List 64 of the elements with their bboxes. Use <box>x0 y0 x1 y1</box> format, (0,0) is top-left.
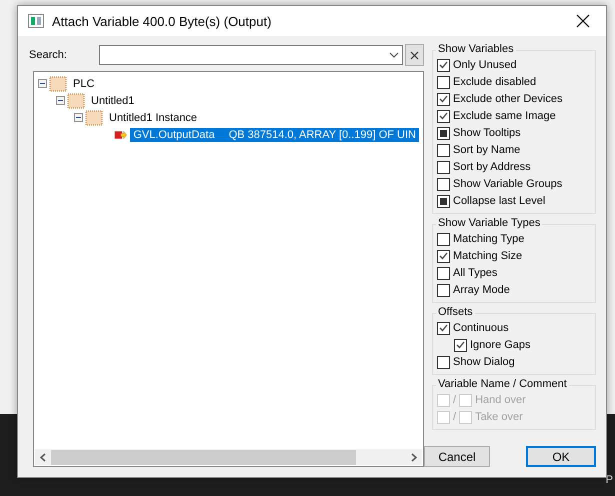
x-icon <box>410 50 419 60</box>
dropdown-caret-icon[interactable] <box>389 52 399 58</box>
horizontal-scrollbar[interactable] <box>35 449 422 465</box>
option-label: Ignore Gaps <box>470 339 531 351</box>
checkbox[interactable] <box>437 126 450 140</box>
variable-detail: QB 387514.0, ARRAY [0..199] OF UIN <box>228 128 416 140</box>
checkbox[interactable] <box>437 266 450 280</box>
dialog-button[interactable]: OK <box>526 446 596 467</box>
collapse-toggle[interactable] <box>38 79 47 88</box>
option-label: Show Dialog <box>453 356 515 368</box>
module-icon <box>49 76 67 92</box>
group-title: Variable Name / Comment <box>436 378 569 390</box>
option-label: Matching Size <box>453 250 522 262</box>
tree-item[interactable]: PLC <box>70 76 98 90</box>
option-label: Sort by Name <box>453 144 520 156</box>
option-label: Show Variable Groups <box>453 178 562 190</box>
module-icon <box>85 110 103 126</box>
group-title: Show Variable Types <box>436 217 542 229</box>
checkbox[interactable] <box>437 232 450 246</box>
window-title: Attach Variable 400.0 Byte(s) (Output) <box>52 14 272 28</box>
option-label: Exclude same Image <box>453 110 556 122</box>
option-label: Show Tooltips <box>453 127 521 139</box>
checkbox[interactable] <box>437 76 450 88</box>
checkbox[interactable] <box>437 58 450 72</box>
option-label: Only Unused <box>453 59 517 71</box>
separator-text: / <box>453 411 456 423</box>
checkbox[interactable] <box>437 250 450 262</box>
collapse-toggle[interactable] <box>56 96 65 105</box>
checkbox[interactable] <box>437 110 450 122</box>
group-title: Offsets <box>436 306 475 318</box>
checkbox[interactable] <box>437 322 450 334</box>
close-icon <box>576 14 590 28</box>
checkbox[interactable] <box>437 284 450 296</box>
checkbox[interactable] <box>437 92 450 106</box>
dialog-button[interactable]: Cancel <box>424 446 490 467</box>
option-label: Continuous <box>453 322 509 334</box>
tree-item[interactable]: GVL.OutputData QB 387514.0, ARRAY [0..199] OF UIN <box>130 128 419 142</box>
checkbox[interactable] <box>437 160 450 174</box>
clear-button[interactable] <box>405 44 424 66</box>
checkbox[interactable] <box>437 178 450 190</box>
scroll-left-icon[interactable] <box>40 452 46 462</box>
separator-text: / <box>453 394 456 406</box>
tree-item[interactable]: Untitled1 Instance <box>106 110 200 124</box>
tree-item[interactable]: Untitled1 <box>88 94 138 108</box>
option-label: Exclude other Devices <box>453 93 562 105</box>
search-label: Search: <box>28 49 68 61</box>
option-label: Collapse last Level <box>453 195 546 207</box>
option-label: Matching Type <box>453 233 524 245</box>
option-label: Exclude disabled <box>453 76 536 88</box>
option-label: Take over <box>475 411 523 423</box>
group-title: Show Variables <box>436 43 516 55</box>
checkbox[interactable] <box>437 356 450 368</box>
checkbox[interactable] <box>437 144 450 156</box>
window-icon <box>28 14 44 28</box>
checkbox[interactable] <box>437 194 450 208</box>
option-label: Array Mode <box>453 284 510 296</box>
option-label: All Types <box>453 267 498 279</box>
option-label: Sort by Address <box>453 161 531 173</box>
scroll-right-icon[interactable] <box>411 452 417 462</box>
checkbox[interactable] <box>454 338 467 352</box>
search-field[interactable] <box>99 45 403 65</box>
module-icon <box>67 92 85 108</box>
option-label: Hand over <box>475 394 526 406</box>
collapse-toggle[interactable] <box>74 113 83 122</box>
